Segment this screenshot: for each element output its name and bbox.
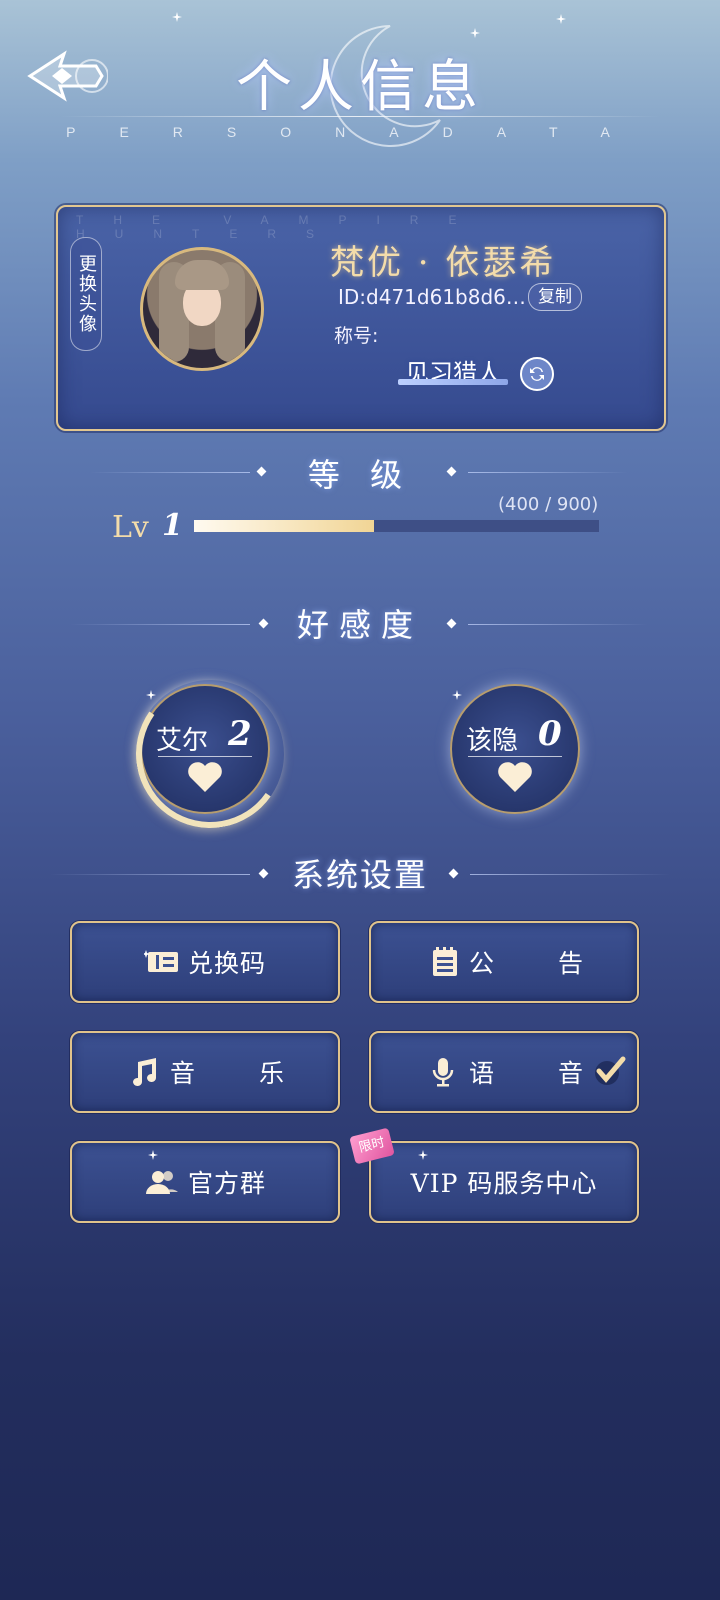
affection-divider-right <box>468 624 648 625</box>
page-subtitle: PERSONADATA <box>66 124 654 140</box>
affection-value: 0 <box>538 714 562 754</box>
sparkle-icon <box>148 1150 158 1160</box>
level-divider-right <box>468 472 628 473</box>
page-title: 个人信息 <box>236 55 484 120</box>
notepad-icon <box>425 946 461 978</box>
avatar[interactable] <box>140 247 264 371</box>
title-divider <box>60 116 660 117</box>
checkmark-icon <box>595 1056 626 1085</box>
notice-button[interactable]: 公 告 <box>369 921 639 1003</box>
affection-underline <box>468 756 562 757</box>
affection-value: 2 <box>228 714 252 754</box>
profile-card: THE VAMPIRE HUNTERS 更换头像 梵优 · 依瑟希 ID:d47… <box>56 205 666 431</box>
sparkle-icon <box>452 690 462 700</box>
sparkle-icon <box>470 28 480 38</box>
sparkle-icon <box>418 1150 428 1160</box>
level-heading: 等 级 <box>307 456 413 494</box>
heart-icon <box>498 762 532 792</box>
music-note-icon <box>126 1056 162 1088</box>
exp-progress-fill <box>194 520 374 532</box>
sparkle-icon <box>172 12 182 22</box>
sparkle-icon <box>556 14 566 24</box>
exp-text: (400 / 900) <box>498 494 599 515</box>
affection-card-ayer[interactable]: 艾尔 2 <box>124 668 296 840</box>
refresh-title-button[interactable] <box>520 357 554 391</box>
change-avatar-button[interactable]: 更换头像 <box>70 237 102 351</box>
affection-name: 该隐 <box>466 726 519 756</box>
copy-id-button[interactable]: 复制 <box>528 283 582 311</box>
player-id: ID:d471d61b8d6… <box>338 285 526 309</box>
vip-service-button[interactable]: VIP 码服务中心 <box>369 1141 639 1223</box>
level-value: 1 <box>162 508 183 543</box>
settings-divider-right <box>470 874 670 875</box>
ticket-icon <box>143 946 180 978</box>
voice-button[interactable]: 语 音 <box>369 1031 639 1113</box>
header: 个人信息 PERSONADATA <box>0 24 720 154</box>
refresh-icon <box>530 367 544 381</box>
redeem-code-button[interactable]: 兑换码 <box>70 921 340 1003</box>
official-group-button[interactable]: 官方群 <box>70 1141 340 1223</box>
heart-icon <box>188 762 222 792</box>
group-users-icon <box>144 1166 180 1198</box>
affection-heading: 好感度 <box>296 606 423 644</box>
microphone-icon <box>425 1056 461 1088</box>
title-badge-base <box>398 379 508 385</box>
affection-card-cain[interactable]: 该隐 0 <box>450 684 580 814</box>
settings-heading: 系统设置 <box>291 856 428 894</box>
title-label: 称号: <box>334 325 379 347</box>
player-name: 梵优 · 依瑟希 <box>330 243 557 283</box>
affection-underline <box>158 756 252 757</box>
music-button[interactable]: 音 乐 <box>70 1031 340 1113</box>
affection-name: 艾尔 <box>156 726 209 756</box>
exp-progress-bar <box>194 520 599 532</box>
level-label: Lv <box>112 510 149 545</box>
sparkle-icon <box>146 690 156 700</box>
